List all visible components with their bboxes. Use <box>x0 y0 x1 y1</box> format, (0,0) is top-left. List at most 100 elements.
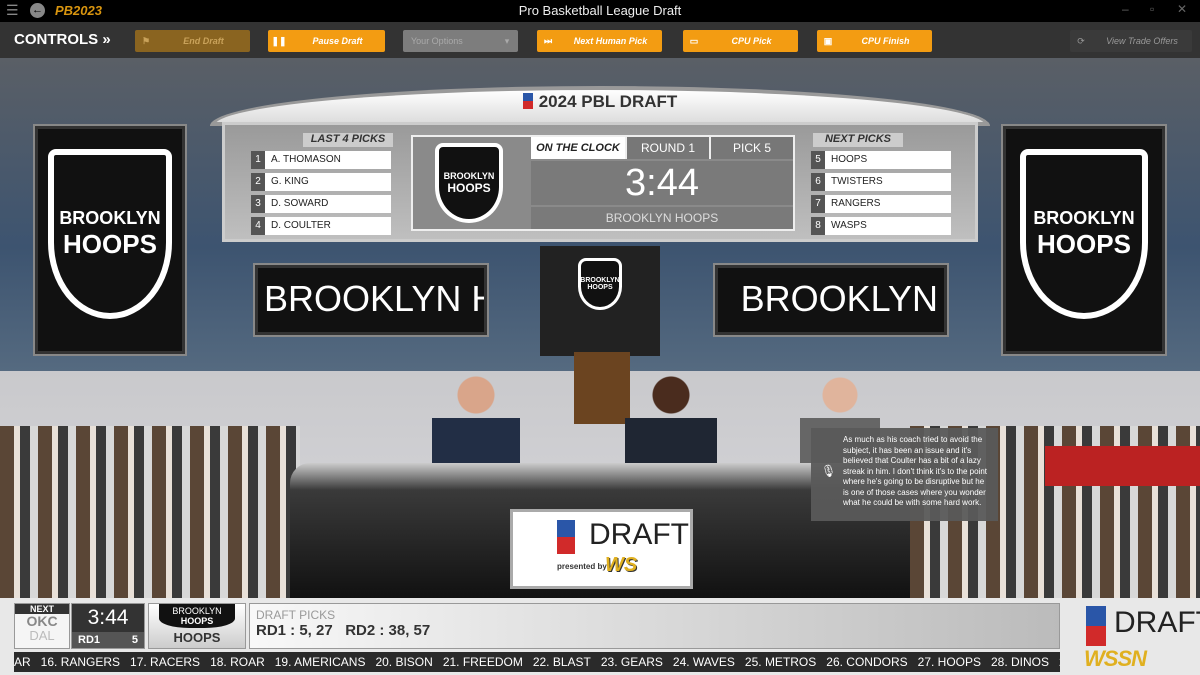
maximize-button[interactable]: ▫ <box>1150 2 1154 16</box>
draft-picks-value: RD1 : 5, 27 RD2 : 38, 57 <box>256 622 431 639</box>
pause-icon: ❚❚ <box>271 35 287 46</box>
draft-picks-box: DRAFT PICKS RD1 : 5, 27 RD2 : 38, 57 <box>249 603 1060 649</box>
ticker-item: 19. AMERICANS <box>274 655 366 669</box>
brand-logo: WSSN <box>1084 646 1147 671</box>
pick-name: D. SOWARD <box>265 195 391 213</box>
team-logo-line1: BROOKLYN <box>443 171 495 181</box>
fast-forward-icon: ⏭ <box>543 35 553 46</box>
bottom-bar: NEXT OKC DAL 3:44 RD1 5 BROOKLYN HOOPS HOO… <box>0 598 1200 675</box>
pick-row: 3 D. SOWARD <box>251 195 391 213</box>
pick-number: 4 <box>251 217 265 235</box>
view-trade-offers-button[interactable]: ⟳ View Trade Offers <box>1070 30 1192 52</box>
pick-number: 8 <box>811 217 825 235</box>
backdrop-logo: BROOKLYN HOOPS <box>578 258 622 310</box>
on-the-clock-label: ON THE CLOCK <box>531 137 625 159</box>
pick-name: RANGERS <box>825 195 951 213</box>
control-bar: CONTROLS » ⚑ End Draft ❚❚ Pause Draft Your… <box>0 22 1200 58</box>
bottom-clock: 3:44 RD1 5 <box>71 603 145 649</box>
end-draft-button[interactable]: ⚑ End Draft <box>135 30 250 52</box>
draft-stage: 2024 PBL DRAFT LAST 4 PICKS 1 A. THOMASON… <box>0 58 1200 598</box>
pick-number: 2 <box>251 173 265 191</box>
right-logo-line2: HOOPS <box>1037 229 1131 259</box>
cpu-pick-button[interactable]: ▭ CPU Pick <box>683 30 798 52</box>
sponsor-logo: WS <box>605 554 638 576</box>
pause-draft-label: Pause Draft <box>312 36 363 46</box>
pick-name: HOOPS <box>825 151 951 169</box>
commentary-bubble: 🎙 As much as his coach tried to avoid th… <box>811 428 998 521</box>
presenter-left <box>432 373 520 473</box>
end-draft-label: End Draft <box>183 36 224 46</box>
presenter-center <box>625 373 717 473</box>
ticker-item: 23. GEARS <box>600 655 663 669</box>
ticker-item: 28. DINOS <box>991 655 1050 669</box>
ticker-item: 20. BISON <box>375 655 433 669</box>
pick-row: 1 A. THOMASON <box>251 151 391 169</box>
ticker-item: 18. ROAR <box>210 655 265 669</box>
red-stairs <box>1045 446 1200 486</box>
left-logo-line1: BROOKLYN <box>59 208 161 228</box>
pick-row: 6 TWISTERS <box>811 173 951 191</box>
next-human-pick-label: Next Human Pick <box>573 36 648 46</box>
clock-timer: 3:44 <box>531 161 793 205</box>
options-label: Your Options <box>411 36 463 46</box>
options-dropdown[interactable]: Your Options ▾ <box>403 30 518 52</box>
pick-number: 7 <box>811 195 825 213</box>
pick-row: 5 HOOPS <box>811 151 951 169</box>
ticker-item: AR <box>14 655 31 669</box>
draft-picks-label: DRAFT PICKS <box>256 608 336 622</box>
last-picks-label: LAST 4 PICKS <box>303 133 393 147</box>
pick-number: 1 <box>251 151 265 169</box>
minimize-button[interactable]: – <box>1122 2 1129 16</box>
right-video-screen: BROOKLYN HOOPS <box>1003 126 1165 354</box>
bottom-logo-line2: HOOPS <box>180 616 214 626</box>
cpu-finish-button[interactable]: ▣ CPU Finish <box>817 30 932 52</box>
pick-number: 6 <box>811 173 825 191</box>
ticker-item: 22. BLAST <box>532 655 591 669</box>
right-logo-line1: BROOKLYN <box>1033 208 1135 228</box>
pick-name: TWISTERS <box>825 173 951 191</box>
controls-text: CONTROLS <box>14 31 99 48</box>
audience-left <box>0 426 300 598</box>
ticker-item: 27. HOOPS <box>917 655 981 669</box>
ticker-item: 26. CONDORS <box>826 655 908 669</box>
ticker-item: 17. RACERS <box>130 655 201 669</box>
pick-name: D. COULTER <box>265 217 391 235</box>
cpu-pick-label: CPU Pick <box>731 36 772 46</box>
pick-row: 7 RANGERS <box>811 195 951 213</box>
ticker-item: 16. RANGERS <box>40 655 121 669</box>
board-title-text: 2024 PBL DRAFT <box>538 92 678 111</box>
podium <box>574 352 630 424</box>
next-human-pick-button[interactable]: ⏭ Next Human Pick <box>537 30 662 52</box>
bottom-logo-line1: BROOKLYN <box>172 606 222 616</box>
title-bar: ☰ ← PB2023 Pro Basketball League Draft –… <box>0 0 1200 22</box>
right-screen-logo: BROOKLYN HOOPS <box>1020 149 1148 319</box>
team-logo-line2: HOOPS <box>447 181 491 195</box>
draft-board: LAST 4 PICKS 1 A. THOMASON 2 G. KING 3 D. SOW… <box>222 122 978 242</box>
window-title: Pro Basketball League Draft <box>518 3 682 18</box>
pick-number: 5 <box>811 151 825 169</box>
close-button[interactable]: ✕ <box>1177 2 1187 16</box>
next-team-2: DAL <box>29 628 55 643</box>
board-title: 2024 PBL DRAFT <box>0 92 1200 112</box>
presented-by-text: presented by <box>557 562 607 571</box>
bottom-round: RD1 <box>78 634 101 646</box>
bottom-team-box: BROOKLYN HOOPS HOOPS <box>148 603 246 649</box>
league-logo-icon <box>557 520 575 554</box>
ticker-item: 24. WAVES <box>672 655 735 669</box>
right-ribbon-screen: BROOKLYN <box>715 265 947 335</box>
bottom-team-logo: BROOKLYN HOOPS <box>159 604 235 628</box>
pick-name: A. THOMASON <box>265 151 391 169</box>
last-picks-list: 1 A. THOMASON 2 G. KING 3 D. SOWARD 4 D. COULTE… <box>251 151 391 239</box>
league-logo-icon <box>1086 606 1106 646</box>
pause-draft-button[interactable]: ❚❚ Pause Draft <box>268 30 385 52</box>
round-label: ROUND 1 <box>625 137 709 159</box>
bottom-timer: 3:44 <box>87 606 129 629</box>
pick-row: 8 WASPS <box>811 217 951 235</box>
pick-name: G. KING <box>265 173 391 191</box>
ticker-item: 29. COMMODORE <box>1059 655 1060 669</box>
broadcast-brand: DRAFT WSSN <box>1068 602 1200 672</box>
left-ribbon-screen: BROOKLYN HOO <box>255 265 487 335</box>
laptop-icon: ▭ <box>689 35 699 46</box>
backdrop-logo-line1: BROOKLYN <box>580 277 620 284</box>
backdrop-logo-line2: HOOPS <box>587 284 613 291</box>
